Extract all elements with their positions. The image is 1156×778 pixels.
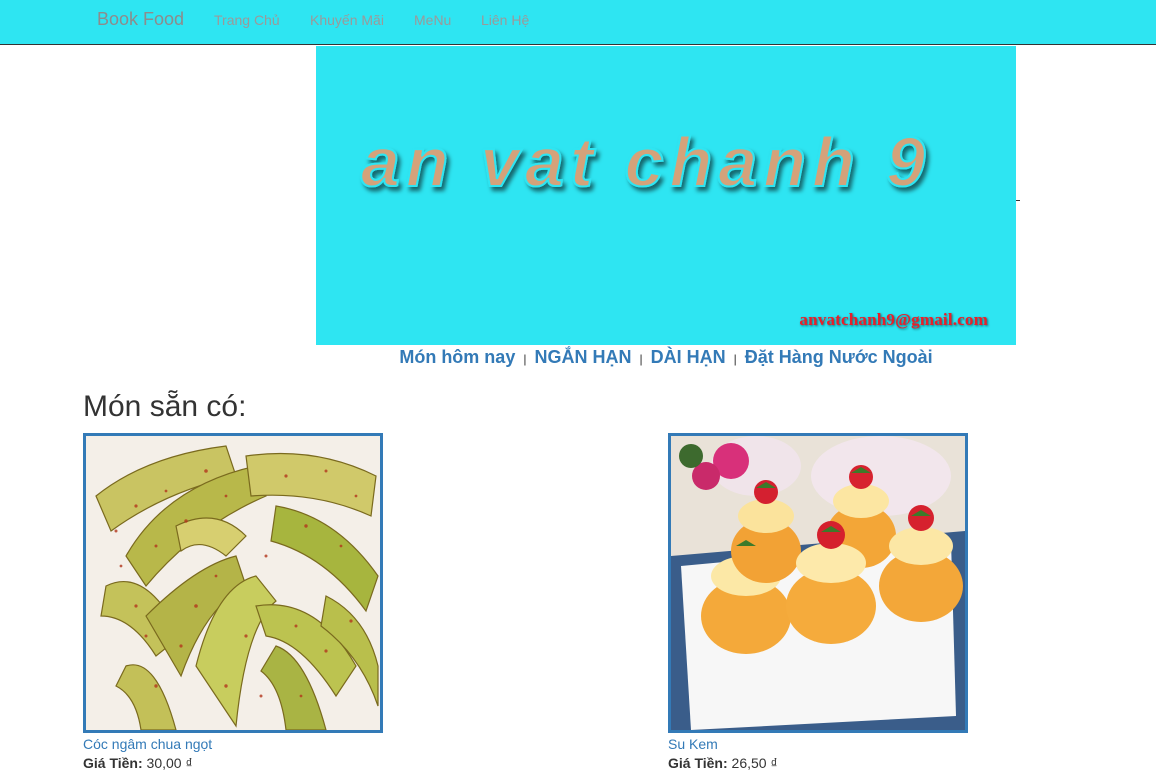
product-thumbnail[interactable]	[668, 433, 968, 733]
banner-title-art: an vat chanh 9	[360, 122, 931, 202]
category-separator: |	[639, 352, 643, 366]
cream-puff-image	[671, 436, 965, 730]
category-overseas-order[interactable]: Đặt Hàng Nước Ngoài	[745, 347, 933, 367]
section-title: Món sẵn có:	[83, 390, 247, 423]
price-value: 26,50 ₫	[731, 755, 778, 771]
product-price: Giá Tiền: 26,50 ₫	[668, 753, 968, 773]
product-card: Cóc ngâm chua ngọt Giá Tiền: 30,00 ₫	[83, 433, 383, 773]
price-label: Giá Tiền:	[83, 755, 143, 771]
category-nav: Món hôm nay | NGẮN HẠN | DÀI HẠN | Đặt H…	[0, 346, 1156, 370]
nav-link-menu[interactable]: MeNu	[414, 12, 451, 28]
category-long-term[interactable]: DÀI HẠN	[651, 347, 726, 367]
category-today[interactable]: Món hôm nay	[399, 347, 515, 367]
brand-link[interactable]: Book Food	[97, 9, 184, 30]
product-thumbnail[interactable]	[83, 433, 383, 733]
nav-link-trang-chu[interactable]: Trang Chủ	[214, 12, 280, 28]
product-card: Su Kem Giá Tiền: 26,50 ₫	[668, 433, 968, 773]
category-short-term[interactable]: NGẮN HẠN	[534, 347, 631, 367]
category-separator: |	[733, 352, 737, 366]
banner-title: an vat chanh 9	[361, 123, 931, 201]
product-name-link[interactable]: Su Kem	[668, 735, 968, 753]
price-value: 30,00 ₫	[146, 755, 193, 771]
header-banner: an vat chanh 9 anvatchanh9@gmail.com	[316, 46, 1016, 345]
banner-divider	[1016, 200, 1020, 201]
pickled-fruit-image	[86, 436, 380, 730]
product-name-link[interactable]: Cóc ngâm chua ngọt	[83, 735, 383, 753]
category-separator: |	[523, 352, 527, 366]
nav-link-lien-he[interactable]: Liên Hệ	[481, 12, 529, 28]
banner-email: anvatchanh9@gmail.com	[799, 310, 988, 329]
product-price: Giá Tiền: 30,00 ₫	[83, 753, 383, 773]
price-label: Giá Tiền:	[668, 755, 728, 771]
top-navbar: Book Food Trang Chủ Khuyến Mãi MeNu Liên…	[0, 0, 1156, 45]
nav-link-khuyen-mai[interactable]: Khuyến Mãi	[310, 12, 384, 28]
